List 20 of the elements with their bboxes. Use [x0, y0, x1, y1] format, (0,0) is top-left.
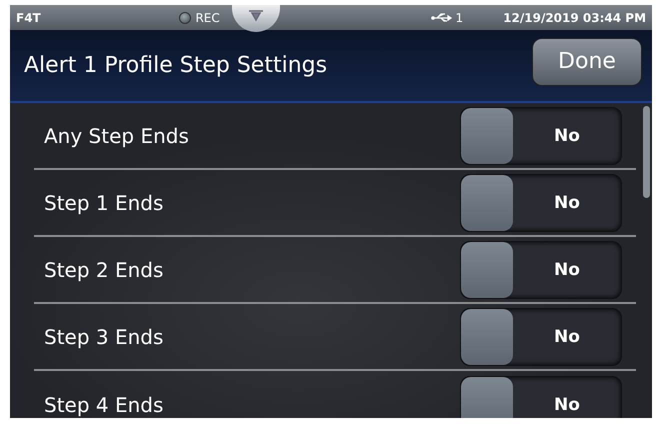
toggle-switch[interactable]: No [460, 174, 622, 232]
toggle-switch[interactable]: No [460, 376, 622, 418]
setting-label: Any Step Ends [44, 124, 189, 148]
rec-label: REC [195, 10, 220, 24]
toggle-switch[interactable]: No [460, 240, 622, 298]
caret-icon [248, 10, 264, 22]
usb-count: 1 [456, 10, 464, 24]
page-title: Alert 1 Profile Step Settings [24, 53, 328, 78]
toggle-switch[interactable]: No [460, 308, 622, 366]
model-name: F4T [16, 10, 41, 24]
scrollbar[interactable] [643, 106, 650, 198]
setting-label: Step 1 Ends [44, 190, 164, 214]
setting-label: Step 4 Ends [44, 392, 164, 416]
toggle-switch[interactable]: No [460, 106, 622, 164]
pull-down-tab[interactable] [232, 5, 280, 32]
setting-label: Step 3 Ends [44, 324, 164, 348]
usb-icon [430, 12, 453, 22]
date-time: 12/19/2019 03:44 PM [503, 10, 646, 24]
done-button[interactable]: Done [532, 38, 642, 86]
setting-label: Step 2 Ends [44, 258, 164, 282]
